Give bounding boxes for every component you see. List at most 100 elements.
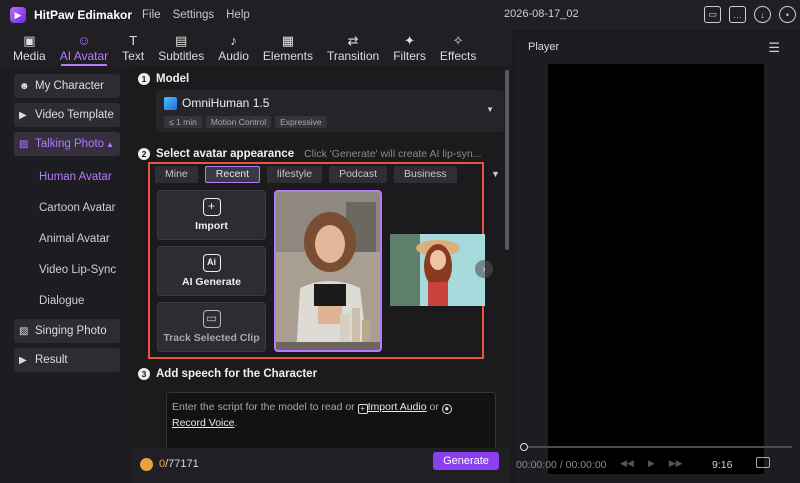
avatar-photo-woman xyxy=(276,192,380,350)
sidebar-sub-cartoon-avatar[interactable]: Cartoon Avatar xyxy=(6,192,124,223)
generate-button[interactable]: Generate xyxy=(433,452,499,470)
model-name: OmniHuman 1.5 xyxy=(182,96,270,110)
download-icon[interactable]: ↓ xyxy=(754,6,771,23)
feedback-icon[interactable]: … xyxy=(729,6,746,23)
chevron-up-icon: ▲ xyxy=(106,139,114,149)
script-textarea[interactable]: Enter the script for the model to read o… xyxy=(166,392,496,452)
model-chip: Expressive xyxy=(275,116,327,128)
photo-icon: ▨ xyxy=(19,138,29,150)
record-icon: ● xyxy=(441,404,452,414)
music-icon: ♪ xyxy=(230,32,237,48)
sidebar-item-singing-photo[interactable]: ▨ Singing Photo xyxy=(14,319,120,343)
tab-elements[interactable]: ▦ Elements xyxy=(256,30,320,66)
import-audio-link[interactable]: Import Audio xyxy=(368,401,427,413)
toolbar-tabs: ▣ Media ☺ AI Avatar T Text ▤ Subtitles ♪ Audi… xyxy=(0,30,512,66)
tab-ai-avatar[interactable]: ☺ AI Avatar xyxy=(53,30,115,66)
account-icon[interactable]: • xyxy=(779,6,796,23)
sidebar-sub-animal-avatar[interactable]: Animal Avatar xyxy=(6,223,124,254)
step-number: 3 xyxy=(138,368,150,380)
menu-help[interactable]: Help xyxy=(226,9,250,21)
step-number: 2 xyxy=(138,148,150,160)
category-business[interactable]: Business xyxy=(394,166,457,183)
generate-bar: 0/77171 Generate xyxy=(130,448,510,483)
project-name: 2026-08-17_02 xyxy=(504,8,579,20)
sidebar-item-talking-photo[interactable]: ▨ Talking Photo ▲ xyxy=(14,132,120,156)
app-name: HitPaw Edimakor xyxy=(34,8,133,22)
player-title: Player xyxy=(528,41,560,53)
track-clip-icon: ▭ xyxy=(202,310,221,328)
effects-icon: ✧ xyxy=(452,32,464,48)
section-speech-title: 3 Add speech for the Character xyxy=(138,368,317,380)
sidebar: ☻ My Character ▶ Video Template ▨ Talking P… xyxy=(0,66,130,483)
sidebar-item-video-template[interactable]: ▶ Video Template xyxy=(14,103,120,127)
player-panel: Player ☰ 00:00:00 / 00:00:00 ◀◀ ▶ ▶▶ 9:1… xyxy=(516,34,800,483)
sidebar-sub-dialogue[interactable]: Dialogue xyxy=(6,285,124,316)
section-model-title: 1 Model xyxy=(138,73,189,85)
appearance-hint: Click 'Generate' will create AI lip-syn.… xyxy=(304,148,482,160)
sidebar-sub-video-lip-sync[interactable]: Video Lip-Sync xyxy=(6,254,124,285)
transition-icon: ⇄ xyxy=(347,32,359,48)
tab-filters[interactable]: ✦ Filters xyxy=(386,30,433,66)
chevron-down-icon[interactable]: ▼ xyxy=(491,169,500,179)
layout-icon[interactable]: ▭ xyxy=(704,6,721,23)
avatar-thumbnail[interactable] xyxy=(390,234,485,306)
video-icon: ▶ xyxy=(19,109,27,121)
import-audio-icon: + xyxy=(357,404,368,414)
model-logo-icon xyxy=(164,97,177,110)
category-recent[interactable]: Recent xyxy=(204,166,261,183)
step-number: 1 xyxy=(138,73,150,85)
elements-icon: ▦ xyxy=(281,32,295,48)
record-voice-link[interactable]: Record Voice xyxy=(172,417,234,429)
caret-down-icon: ▼ xyxy=(486,105,494,114)
ai-icon: Ai xyxy=(202,254,221,272)
player-screen[interactable] xyxy=(548,64,764,474)
tab-subtitles[interactable]: ▤ Subtitles xyxy=(151,30,211,66)
section-appearance-title: 2 Select avatar appearance Click 'Genera… xyxy=(138,148,481,160)
coin-icon xyxy=(140,458,153,471)
sidebar-item-my-character[interactable]: ☻ My Character xyxy=(14,74,120,98)
subtitles-icon: ▤ xyxy=(175,32,188,48)
next-arrow-icon[interactable]: › xyxy=(475,260,493,278)
menu-bar: File Settings Help xyxy=(142,9,250,21)
import-button[interactable]: + Import xyxy=(157,190,266,240)
scrollbar[interactable] xyxy=(505,70,509,250)
snapshot-icon[interactable] xyxy=(756,457,770,468)
ai-generate-button[interactable]: Ai AI Generate xyxy=(157,246,266,296)
tab-transition[interactable]: ⇄ Transition xyxy=(320,30,386,66)
plus-icon: + xyxy=(202,198,221,216)
model-chip: ≤ 1 min xyxy=(164,116,202,128)
menu-icon[interactable]: ☰ xyxy=(768,40,780,56)
next-frame-icon[interactable]: ▶▶ xyxy=(669,458,683,469)
text-icon: T xyxy=(129,32,138,48)
media-icon: ▣ xyxy=(23,32,36,48)
aspect-ratio[interactable]: 9:16 xyxy=(712,459,732,471)
tab-text[interactable]: T Text xyxy=(115,30,151,66)
category-lifestyle[interactable]: lifestyle xyxy=(267,166,323,183)
prev-frame-icon[interactable]: ◀◀ xyxy=(620,458,634,469)
menu-settings[interactable]: Settings xyxy=(173,9,215,21)
track-selected-clip-button[interactable]: ▭ Track Selected Clip xyxy=(157,302,266,352)
play-icon[interactable]: ▶ xyxy=(648,458,655,469)
menu-file[interactable]: File xyxy=(142,9,161,21)
tab-media[interactable]: ▣ Media xyxy=(6,30,53,66)
tab-effects[interactable]: ✧ Effects xyxy=(433,30,483,66)
avatar-selection-area: Mine Recent lifestyle Podcast Business +… xyxy=(148,162,493,359)
model-select[interactable]: OmniHuman 1.5 ≤ 1 min Motion Control Exp… xyxy=(156,90,504,132)
app-logo-icon: ▶ xyxy=(10,7,26,23)
model-chip: Motion Control xyxy=(205,116,272,128)
avatar-icon: ☺ xyxy=(77,32,91,48)
sidebar-item-result[interactable]: ▶ Result xyxy=(14,348,120,372)
title-bar: ▶ HitPaw Edimakor File Settings Help 202… xyxy=(0,0,800,30)
avatar-thumbnail-selected[interactable] xyxy=(274,190,382,352)
timecode: 00:00:00 / 00:00:00 xyxy=(516,459,607,471)
progress-handle[interactable] xyxy=(520,443,528,451)
character-icon: ☻ xyxy=(19,80,30,92)
category-mine[interactable]: Mine xyxy=(155,166,198,183)
playback-progress[interactable] xyxy=(524,446,792,448)
tab-audio[interactable]: ♪ Audio xyxy=(211,30,256,66)
credits-count: 0/77171 xyxy=(159,458,199,470)
sidebar-sub-human-avatar[interactable]: Human Avatar xyxy=(6,161,124,192)
category-podcast[interactable]: Podcast xyxy=(329,166,388,183)
filters-icon: ✦ xyxy=(404,32,415,48)
main-panel: 1 Model OmniHuman 1.5 ≤ 1 min Motion Con… xyxy=(130,66,510,483)
